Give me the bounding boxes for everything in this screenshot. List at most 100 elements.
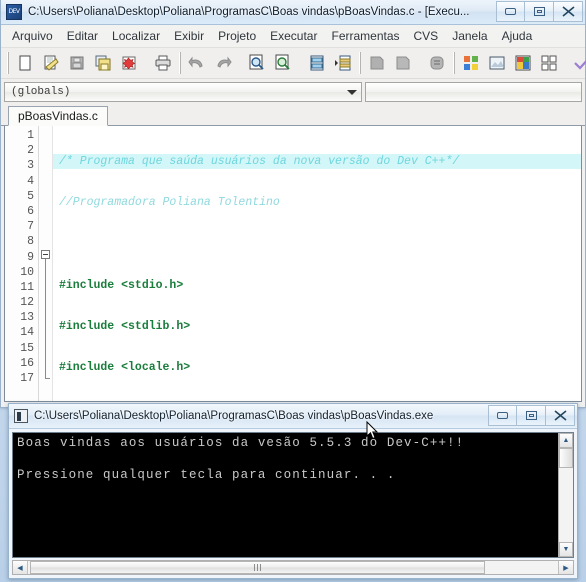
ide-title-text: C:\Users\Poliana\Desktop\Poliana\Program… bbox=[28, 6, 470, 18]
window-icon[interactable] bbox=[485, 51, 509, 75]
line-number: 17 bbox=[20, 372, 34, 385]
console-output-area[interactable]: Boas vindas aos usuários da vesão 5.5.3 … bbox=[12, 432, 574, 558]
symbol-combo[interactable] bbox=[365, 81, 582, 102]
toolbar-grip-3[interactable] bbox=[359, 52, 361, 74]
console-titlebar[interactable]: C:\Users\Poliana\Desktop\Poliana\Program… bbox=[9, 404, 577, 429]
vscroll-track[interactable] bbox=[559, 448, 573, 542]
scope-combo-value: (globals) bbox=[11, 85, 71, 98]
line-number: 10 bbox=[20, 265, 34, 279]
line-number: 3 bbox=[27, 159, 34, 173]
ide-titlebar[interactable]: DEV C:\Users\Poliana\Desktop\Poliana\Pro… bbox=[1, 0, 585, 25]
scroll-up-arrow-icon[interactable]: ▲ bbox=[559, 433, 573, 448]
close-file-icon[interactable] bbox=[117, 51, 141, 75]
tabstrip-filler bbox=[107, 106, 585, 125]
new-file-icon[interactable] bbox=[13, 51, 37, 75]
line-number: 1 bbox=[27, 129, 34, 142]
undo-icon[interactable] bbox=[185, 51, 209, 75]
menu-cvs[interactable]: CVS bbox=[407, 26, 446, 46]
close-button[interactable] bbox=[554, 1, 583, 22]
console-vertical-scrollbar[interactable]: ▲ ▼ bbox=[558, 433, 573, 557]
fold-collapse-icon[interactable] bbox=[41, 250, 50, 259]
maximize-button[interactable] bbox=[525, 1, 554, 22]
menu-editar[interactable]: Editar bbox=[60, 26, 105, 46]
tile-icon[interactable] bbox=[537, 51, 561, 75]
menu-bar: Arquivo Editar Localizar Exibir Projeto … bbox=[1, 25, 585, 48]
line-number: 5 bbox=[27, 189, 34, 203]
editor-tabstrip: pBoasVindas.c bbox=[1, 104, 585, 126]
console-output-line-2: Pressione qualquer tecla para continuar.… bbox=[17, 468, 396, 482]
fold-range-end bbox=[45, 378, 50, 379]
console-close-button[interactable] bbox=[546, 405, 575, 426]
hscroll-thumb[interactable] bbox=[30, 561, 485, 574]
indent-icon[interactable] bbox=[331, 51, 355, 75]
menu-executar[interactable]: Executar bbox=[263, 26, 324, 46]
toolbar bbox=[1, 48, 586, 79]
code-line-4: #include <stdio.h> bbox=[59, 278, 184, 292]
tab-label: pBoasVindas.c bbox=[18, 109, 98, 123]
minimize-icon bbox=[505, 8, 516, 15]
code-line-5: #include <stdlib.h> bbox=[59, 319, 191, 333]
save-all-icon[interactable] bbox=[91, 51, 115, 75]
replace-icon[interactable] bbox=[271, 51, 295, 75]
console-window-buttons bbox=[488, 405, 575, 426]
line-number: 6 bbox=[27, 204, 34, 218]
toolbar-grip-1[interactable] bbox=[7, 52, 9, 74]
hscroll-track[interactable] bbox=[28, 561, 558, 574]
open-file-icon[interactable] bbox=[39, 51, 63, 75]
code-folding-gutter[interactable] bbox=[39, 126, 53, 401]
scope-combo[interactable]: (globals) bbox=[4, 81, 362, 102]
line-number: 7 bbox=[27, 220, 34, 234]
code-line-6: #include <locale.h> bbox=[59, 360, 191, 374]
code-editor[interactable]: 1 2 3 4 5 6 7 8 9 10 11 12 13 14 15 16 1… bbox=[4, 126, 582, 402]
line-number: 2 bbox=[27, 144, 34, 158]
console-horizontal-scrollbar[interactable]: ◀ ▶ bbox=[12, 560, 574, 575]
line-number-gutter: 1 2 3 4 5 6 7 8 9 10 11 12 13 14 15 16 1… bbox=[5, 126, 39, 401]
maximize-icon bbox=[525, 411, 537, 420]
line-number: 11 bbox=[20, 280, 34, 294]
find-icon[interactable] bbox=[245, 51, 269, 75]
menu-ajuda[interactable]: Ajuda bbox=[495, 26, 540, 46]
menu-arquivo[interactable]: Arquivo bbox=[5, 26, 60, 46]
console-window: C:\Users\Poliana\Desktop\Poliana\Program… bbox=[8, 403, 578, 579]
redo-icon[interactable] bbox=[211, 51, 235, 75]
line-number: 9 bbox=[27, 250, 34, 264]
desktop-background: DEV C:\Users\Poliana\Desktop\Poliana\Pro… bbox=[0, 0, 586, 582]
line-number: 12 bbox=[20, 296, 34, 310]
chevron-down-icon[interactable] bbox=[347, 89, 357, 95]
minimize-button[interactable] bbox=[496, 1, 525, 22]
menu-ferramentas[interactable]: Ferramentas bbox=[324, 26, 406, 46]
toolbar-grip-2[interactable] bbox=[179, 52, 181, 74]
console-body: Boas vindas aos usuários da vesão 5.5.3 … bbox=[9, 429, 577, 578]
maximize-icon bbox=[533, 7, 545, 16]
console-text: Boas vindas aos usuários da vesão 5.5.3 … bbox=[13, 433, 558, 557]
menu-exibir[interactable]: Exibir bbox=[167, 26, 211, 46]
menu-janela[interactable]: Janela bbox=[445, 26, 494, 46]
debug-icon[interactable] bbox=[425, 51, 449, 75]
line-number: 14 bbox=[20, 326, 34, 340]
run-icon[interactable] bbox=[391, 51, 415, 75]
dev-cpp-main-window: DEV C:\Users\Poliana\Desktop\Poliana\Pro… bbox=[0, 0, 586, 408]
ide-window-buttons bbox=[496, 1, 583, 22]
compile-icon[interactable] bbox=[365, 51, 389, 75]
save-file-icon[interactable] bbox=[65, 51, 89, 75]
toolbar-grip-4[interactable] bbox=[453, 52, 455, 74]
vscroll-thumb[interactable] bbox=[559, 448, 573, 468]
colors-icon[interactable] bbox=[511, 51, 535, 75]
print-icon[interactable] bbox=[151, 51, 175, 75]
scroll-down-arrow-icon[interactable]: ▼ bbox=[559, 542, 573, 557]
menu-projeto[interactable]: Projeto bbox=[211, 26, 263, 46]
console-maximize-button[interactable] bbox=[517, 405, 546, 426]
dev-cpp-icon: DEV bbox=[6, 4, 22, 20]
class-browser-bar: (globals) bbox=[1, 79, 585, 104]
scroll-left-arrow-icon[interactable]: ◀ bbox=[13, 561, 28, 574]
goto-line-icon[interactable] bbox=[305, 51, 329, 75]
check-icon[interactable] bbox=[571, 51, 586, 75]
scroll-right-arrow-icon[interactable]: ▶ bbox=[558, 561, 573, 574]
line-number: 16 bbox=[20, 356, 34, 370]
code-text-area[interactable]: /* Programa que saúda usuários da nova v… bbox=[53, 126, 581, 401]
menu-localizar[interactable]: Localizar bbox=[105, 26, 167, 46]
tab-pboasvindas-c[interactable]: pBoasVindas.c bbox=[8, 106, 108, 126]
project-manager-icon[interactable] bbox=[459, 51, 483, 75]
console-minimize-button[interactable] bbox=[488, 405, 517, 426]
